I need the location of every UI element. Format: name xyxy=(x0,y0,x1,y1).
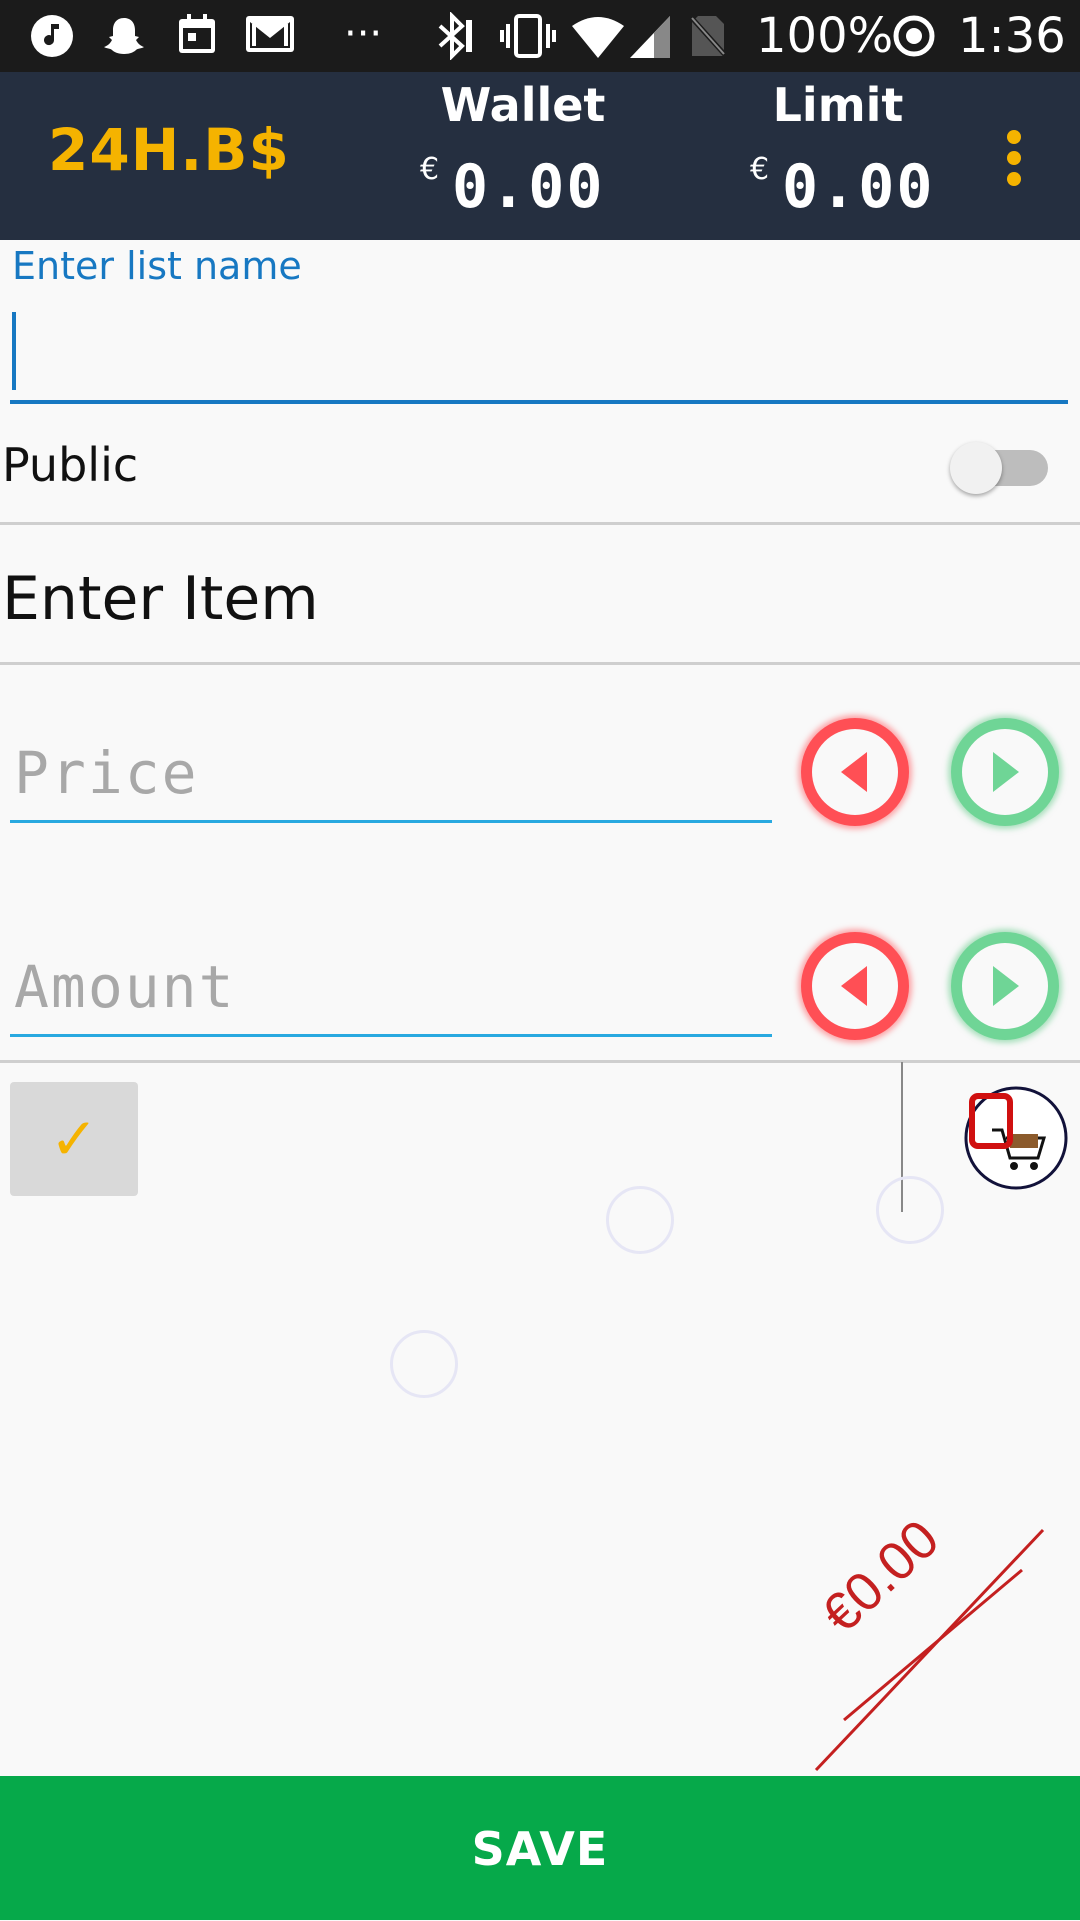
more-notifications-icon: ··· xyxy=(344,11,383,57)
wallet-label: Wallet xyxy=(440,78,606,132)
vibrate-icon xyxy=(500,14,556,58)
snapchat-icon xyxy=(104,18,144,54)
save-button[interactable]: SAVE xyxy=(0,1776,1080,1920)
divider xyxy=(0,662,1080,665)
signal-icon xyxy=(630,16,670,58)
amount-input[interactable] xyxy=(10,940,772,1037)
clock: 1:36 xyxy=(958,8,1066,64)
limit-value: 0.00 xyxy=(782,152,935,222)
price-increase-button[interactable] xyxy=(951,718,1059,826)
price-decrease-button[interactable] xyxy=(801,718,909,826)
no-sim-icon xyxy=(688,14,728,58)
shopping-cart-icon[interactable] xyxy=(962,1084,1070,1192)
arrow-left-icon xyxy=(841,752,867,792)
arrow-right-icon xyxy=(993,752,1019,792)
toggle-thumb xyxy=(950,442,1002,494)
mail-icon xyxy=(246,16,294,52)
list-name-label: Enter list name xyxy=(12,244,302,288)
public-toggle[interactable] xyxy=(950,442,1048,494)
app-brand: 24H.B$ xyxy=(48,116,290,184)
bluetooth-icon xyxy=(438,12,472,60)
more-vert-icon[interactable] xyxy=(1004,130,1024,194)
ripple-ghost xyxy=(606,1186,674,1254)
wallet-currency: € xyxy=(420,152,440,187)
app-header: 24H.B$ Wallet € 0.00 Limit € 0.00 xyxy=(0,72,1080,240)
ripple-ghost xyxy=(876,1176,944,1244)
sync-icon xyxy=(893,15,935,57)
amount-decrease-button[interactable] xyxy=(801,932,909,1040)
divider xyxy=(0,522,1080,525)
price-input[interactable] xyxy=(10,726,772,823)
status-bar: ··· 100% 1:36 xyxy=(0,0,1080,72)
wallet-value: 0.00 xyxy=(452,152,605,222)
amount-increase-button[interactable] xyxy=(951,932,1059,1040)
list-name-input[interactable] xyxy=(10,300,1068,404)
battery-percent: 100% xyxy=(756,8,894,64)
add-item-check-button[interactable]: ✓ xyxy=(10,1082,138,1196)
text-cursor xyxy=(12,312,16,390)
enter-item-title[interactable]: Enter Item xyxy=(2,564,319,634)
limit-currency: € xyxy=(750,152,770,187)
music-note-icon xyxy=(31,15,73,57)
divider xyxy=(0,1060,1080,1063)
check-icon: ✓ xyxy=(49,1105,99,1173)
ripple-ghost xyxy=(390,1330,458,1398)
public-label: Public xyxy=(2,438,139,492)
arrow-left-icon xyxy=(841,966,867,1006)
arrow-right-icon xyxy=(993,966,1019,1006)
calendar-icon xyxy=(179,14,215,53)
limit-label: Limit xyxy=(772,78,904,132)
wifi-icon xyxy=(572,17,624,58)
